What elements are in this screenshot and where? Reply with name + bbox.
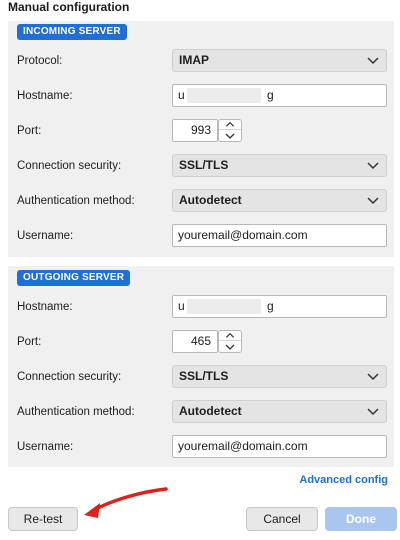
outgoing-security-select[interactable]: SSL/TLS	[172, 365, 387, 388]
chevron-down-icon	[367, 373, 379, 381]
outgoing-hostname-start: u	[178, 299, 185, 313]
chevron-down-icon	[367, 197, 379, 205]
incoming-server-badge: INCOMING SERVER	[17, 24, 127, 40]
outgoing-server-panel: OUTGOING SERVER Hostname: u g Port: 465 …	[8, 266, 394, 467]
incoming-protocol-select[interactable]: IMAP	[172, 49, 387, 72]
outgoing-auth-value: Autodetect	[179, 404, 242, 418]
done-button[interactable]: Done	[325, 507, 397, 531]
stepper-up-icon[interactable]	[219, 331, 241, 341]
retest-button[interactable]: Re-test	[8, 507, 78, 531]
chevron-down-icon	[367, 57, 379, 65]
red-arrow-icon	[84, 487, 168, 518]
incoming-auth-select[interactable]: Autodetect	[172, 189, 387, 212]
stepper-down-icon[interactable]	[219, 131, 241, 141]
outgoing-hostname-input[interactable]: u g	[172, 295, 387, 318]
incoming-hostname-label: Hostname:	[17, 90, 73, 102]
incoming-port-input[interactable]: 993	[172, 119, 218, 142]
incoming-protocol-label: Protocol:	[17, 55, 63, 67]
outgoing-security-value: SSL/TLS	[179, 369, 229, 383]
outgoing-port-stepper[interactable]	[218, 330, 242, 353]
incoming-hostname-start: u	[178, 88, 185, 102]
incoming-security-select[interactable]: SSL/TLS	[172, 154, 387, 177]
dialog-title: Manual configuration	[8, 0, 130, 14]
outgoing-auth-label: Authentication method:	[17, 406, 135, 418]
outgoing-port-input[interactable]: 465	[172, 330, 218, 353]
advanced-config-link[interactable]: Advanced config	[299, 474, 388, 486]
incoming-hostname-end: g	[267, 88, 274, 102]
manual-configuration-dialog: Manual configuration INCOMING SERVER Pro…	[0, 0, 400, 540]
outgoing-auth-select[interactable]: Autodetect	[172, 400, 387, 423]
redacted-hostname-mask	[187, 88, 261, 103]
incoming-server-panel: INCOMING SERVER Protocol: IMAP Hostname:…	[8, 21, 394, 257]
incoming-auth-label: Authentication method:	[17, 195, 135, 207]
chevron-down-icon	[367, 408, 379, 416]
outgoing-username-label: Username:	[17, 441, 74, 453]
incoming-protocol-value: IMAP	[179, 53, 209, 67]
incoming-username-label: Username:	[17, 230, 74, 242]
chevron-down-icon	[367, 162, 379, 170]
incoming-port-label: Port:	[17, 125, 42, 137]
incoming-security-value: SSL/TLS	[179, 158, 229, 172]
incoming-port-stepper[interactable]	[218, 119, 242, 142]
incoming-hostname-input[interactable]: u g	[172, 84, 387, 107]
incoming-auth-value: Autodetect	[179, 193, 242, 207]
stepper-up-icon[interactable]	[219, 120, 241, 130]
incoming-username-input[interactable]: youremail@domain.com	[172, 224, 387, 247]
outgoing-username-input[interactable]: youremail@domain.com	[172, 435, 387, 458]
incoming-security-label: Connection security:	[17, 160, 122, 172]
outgoing-server-badge: OUTGOING SERVER	[17, 270, 131, 286]
redacted-hostname-mask	[187, 299, 261, 314]
outgoing-port-label: Port:	[17, 336, 42, 348]
stepper-down-icon[interactable]	[219, 342, 241, 352]
cancel-button[interactable]: Cancel	[246, 507, 318, 531]
outgoing-hostname-label: Hostname:	[17, 301, 73, 313]
outgoing-hostname-end: g	[267, 299, 274, 313]
outgoing-security-label: Connection security:	[17, 371, 122, 383]
